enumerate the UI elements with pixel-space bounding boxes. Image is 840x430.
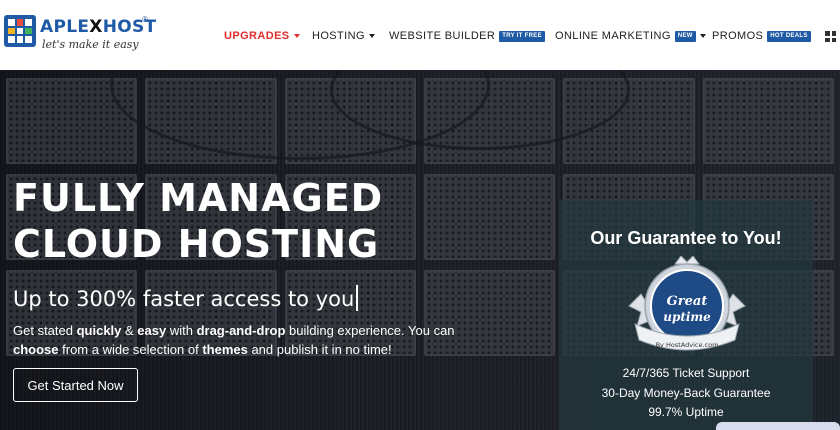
apps-grid-icon[interactable] [825, 31, 836, 42]
logo-tagline: let's make it easy [42, 38, 139, 51]
logo-grid-icon [4, 15, 36, 47]
nav-hosting[interactable]: HOSTING [312, 29, 375, 43]
guarantee-item: 99.7% Uptime [648, 405, 724, 419]
nav-upgrades[interactable]: UPGRADES [224, 29, 300, 43]
great-uptime-award-badge: Great uptime By HostAdvice.com [628, 256, 746, 351]
guarantee-title: Our Guarantee to You! [590, 228, 782, 248]
get-started-button[interactable]: Get Started Now [13, 368, 138, 402]
logo-wordmark: APLEXHOST [40, 17, 157, 37]
chevron-down-icon [368, 34, 375, 38]
hero-headline: FULLY MANAGED [13, 176, 384, 220]
seal-line-1: Great [667, 294, 708, 309]
typing-cursor [356, 285, 359, 311]
new-badge: NEW [674, 30, 696, 42]
site-header: APLEXHOST ® let's make it easy UPGRADES … [0, 0, 840, 70]
chevron-down-icon [293, 34, 300, 38]
nav-website-builder[interactable]: WEBSITE BUILDER TRY IT FREE [389, 29, 545, 43]
hero-subheadline: Up to 300% faster access to you [13, 285, 359, 311]
hero-description: Get stated quickly & easy with drag-and-… [13, 323, 455, 357]
nav-online-marketing[interactable]: ONLINE MARKETING NEW [555, 29, 706, 43]
guarantee-panel: Our Guarantee to You! Great uptime By Ho… [559, 200, 813, 430]
nav-promos[interactable]: PROMOS HOT DEALS [712, 29, 811, 43]
hot-deals-badge: HOT DEALS [767, 30, 811, 42]
aplexhost-logo[interactable]: APLEXHOST ® let's make it easy [4, 14, 157, 56]
chat-widget-tab[interactable] [716, 422, 840, 430]
chevron-down-icon [699, 34, 706, 38]
try-it-free-badge: TRY IT FREE [499, 30, 545, 42]
guarantee-item: 30-Day Money-Back Guarantee [601, 386, 771, 400]
registered-mark: ® [142, 15, 148, 24]
seal-line-2: uptime [663, 310, 711, 324]
guarantee-item: 24/7/365 Ticket Support [622, 366, 750, 380]
seal-credit: By HostAdvice.com [656, 341, 719, 349]
hero-headline-secondary: CLOUD HOSTING [13, 222, 380, 266]
